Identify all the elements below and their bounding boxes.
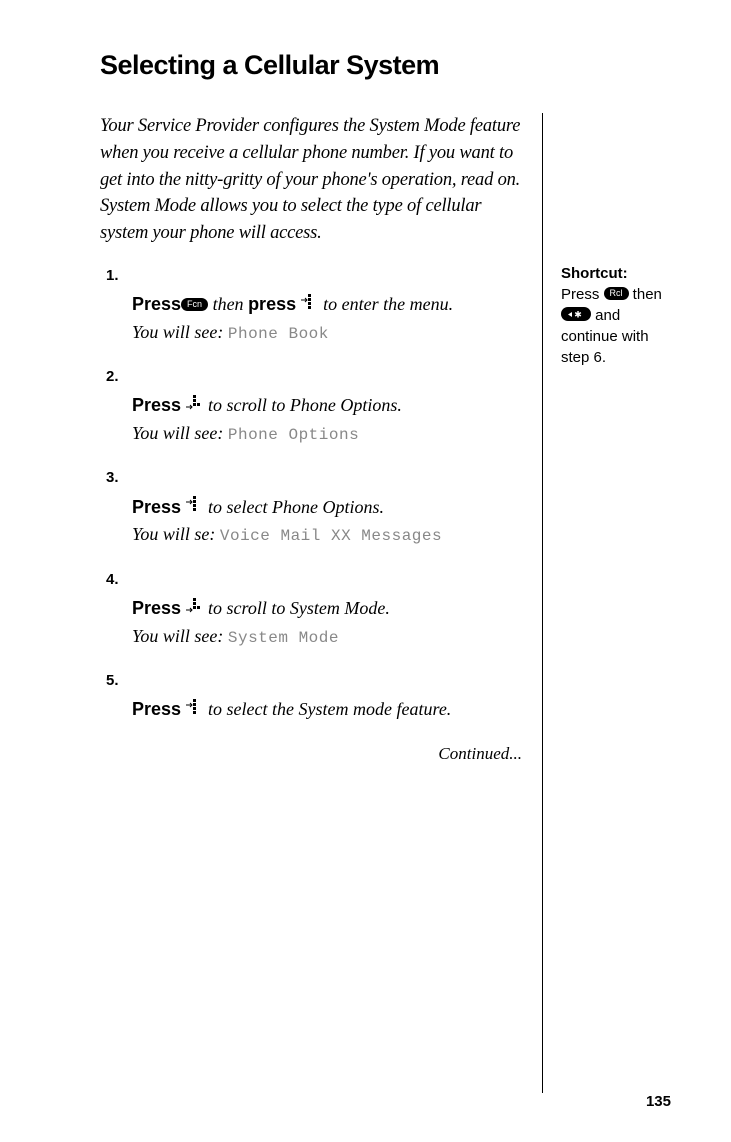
press-label: Press [132,598,181,618]
see-label: You will see: [132,423,223,443]
press-label: press [248,294,296,314]
intro-paragraph: Your Service Provider configures the Sys… [100,113,522,247]
rcl-key-icon: Rcl [604,287,629,300]
see-label: You will see: [132,626,223,646]
fcn-key-icon: Fcn [181,298,208,311]
press-label: Press [132,294,181,314]
shortcut-text: then [629,286,662,303]
sidebar-column: Shortcut: Press Rcl then ✱ and continue … [543,113,671,1093]
see-label: You will see: [132,322,223,342]
step-text: to scroll to System Mode. [204,598,390,618]
joystick-down-icon [186,595,204,621]
joystick-right-icon [301,291,319,317]
joystick-down-icon [186,392,204,418]
step-text: to scroll to Phone Options. [204,395,402,415]
svg-text:✱: ✱ [574,310,582,319]
step-number: 4. [106,569,132,591]
step-3: 3. Press to select Phone Options. You wi… [132,467,522,548]
page-number: 135 [646,1093,671,1110]
step-2: 2. Press to scroll to Phone Options. You… [132,366,522,447]
step-number: 5. [106,670,132,692]
display-text: Phone Book [228,325,329,343]
page-title: Selecting a Cellular System [100,50,671,81]
main-column: Your Service Provider configures the Sys… [100,113,543,1093]
step-text: then [208,294,248,314]
press-label: Press [132,497,181,517]
step-number: 3. [106,467,132,489]
press-label: Press [132,699,181,719]
step-4: 4. Press to scroll to System Mode. You w… [132,569,522,650]
step-1: 1. PressFcn then press to enter the menu… [132,265,522,346]
content-wrap: Your Service Provider configures the Sys… [100,113,671,1093]
step-5: 5. Press to select the System mode featu… [132,670,522,724]
see-label: You will se: [132,524,215,544]
step-text: to enter the menu. [319,294,453,314]
step-text: to select the System mode feature. [204,699,452,719]
step-number: 1. [106,265,132,287]
shortcut-text: Press [561,286,604,303]
display-text: System Mode [228,629,339,647]
display-text: Voice Mail XX Messages [220,527,442,545]
continued-label: Continued... [132,744,522,764]
step-number: 2. [106,366,132,388]
display-text: Phone Options [228,426,359,444]
star-key-icon: ✱ [561,307,591,320]
press-label: Press [132,395,181,415]
joystick-right-icon [186,493,204,519]
joystick-right-icon [186,696,204,722]
step-list: 1. PressFcn then press to enter the menu… [132,265,522,764]
shortcut-title: Shortcut: [561,265,628,282]
step-text: to select Phone Options. [204,497,384,517]
shortcut-box: Shortcut: Press Rcl then ✱ and continue … [561,263,671,368]
